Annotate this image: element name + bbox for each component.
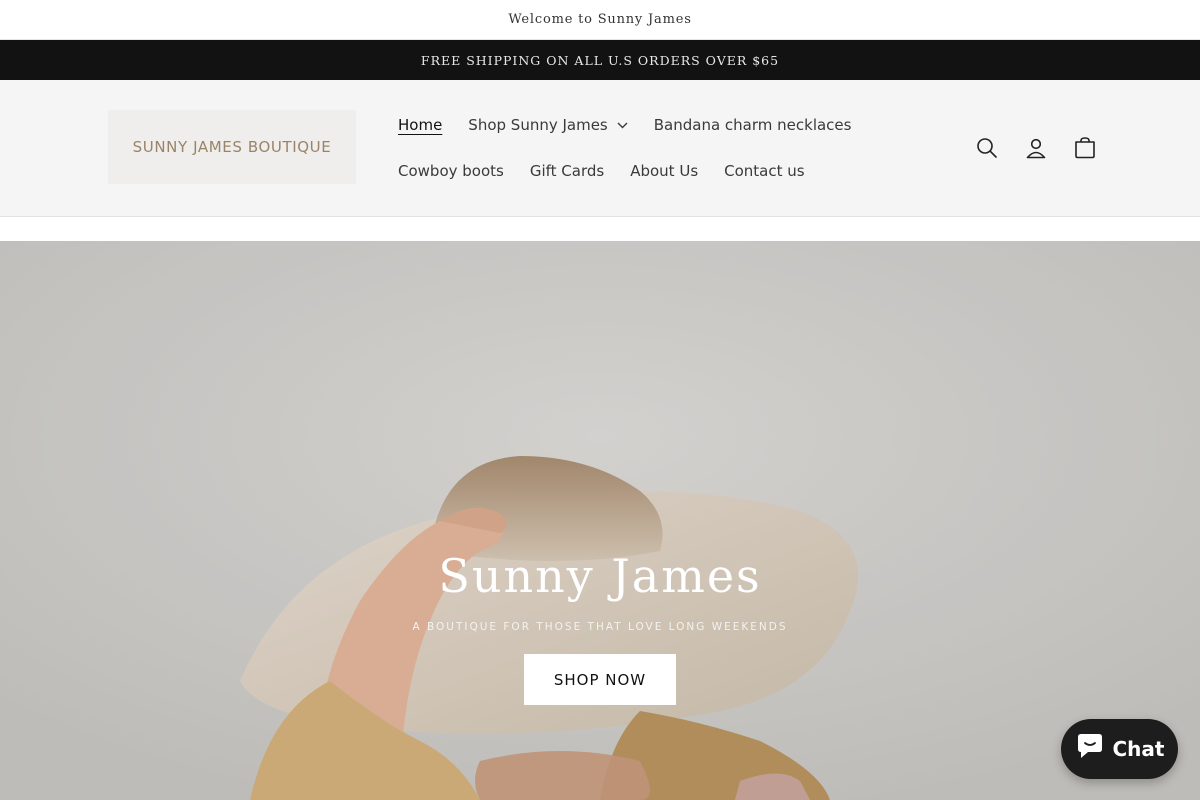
header-spacer (0, 217, 1200, 241)
nav-item-label: Gift Cards (529, 162, 605, 180)
nav-item-shop-sunny-james[interactable]: Shop Sunny James (455, 104, 640, 146)
shipping-text: FREE SHIPPING ON ALL U.S ORDERS OVER $65 (420, 52, 780, 68)
nav-item-contact-us[interactable]: Contact us (711, 150, 817, 192)
shop-now-button[interactable]: SHOP NOW (524, 654, 676, 705)
main-navigation: Home Shop Sunny James Bandana charm neck… (385, 104, 945, 192)
nav-item-label: Contact us (724, 162, 805, 180)
nav-item-gift-cards[interactable]: Gift Cards (517, 150, 617, 192)
shop-now-label: SHOP NOW (553, 670, 647, 689)
chat-label: Chat (1112, 737, 1165, 761)
chevron-down-icon (617, 122, 628, 129)
nav-item-label: Home (398, 116, 443, 134)
nav-item-home[interactable]: Home (385, 104, 455, 146)
welcome-text: Welcome to Sunny James (508, 12, 692, 27)
hero-content: Sunny James A BOUTIQUE FOR THOSE THAT LO… (0, 553, 1200, 705)
nav-item-label: Shop Sunny James (468, 116, 608, 134)
welcome-announcement-bar: Welcome to Sunny James (0, 0, 1200, 40)
nav-item-cowboy-boots[interactable]: Cowboy boots (385, 150, 517, 192)
header-icons (962, 124, 1109, 172)
hero-subtitle: A BOUTIQUE FOR THOSE THAT LOVE LONG WEEK… (412, 621, 788, 633)
search-icon[interactable] (962, 124, 1011, 172)
shipping-announcement-bar: FREE SHIPPING ON ALL U.S ORDERS OVER $65 (0, 40, 1200, 80)
site-header: SUNNY JAMES BOUTIQUE Home Shop Sunny Jam… (0, 80, 1200, 217)
chat-button[interactable]: Chat (1061, 719, 1178, 779)
nav-item-about-us[interactable]: About Us (617, 150, 711, 192)
logo-text: SUNNY JAMES BOUTIQUE (132, 138, 332, 156)
account-icon[interactable] (1011, 124, 1060, 172)
cart-icon[interactable] (1060, 124, 1109, 172)
chat-bubble-icon (1075, 733, 1105, 766)
hero-title: Sunny James (438, 549, 762, 603)
nav-item-label: Cowboy boots (398, 162, 504, 180)
nav-item-label: About Us (630, 162, 699, 180)
hero-banner: Sunny James A BOUTIQUE FOR THOSE THAT LO… (0, 241, 1200, 800)
nav-item-bandana-necklaces[interactable]: Bandana charm necklaces (641, 104, 865, 146)
hero-image (0, 241, 1200, 800)
store-logo[interactable]: SUNNY JAMES BOUTIQUE (108, 110, 356, 184)
nav-item-label: Bandana charm necklaces (653, 116, 852, 134)
